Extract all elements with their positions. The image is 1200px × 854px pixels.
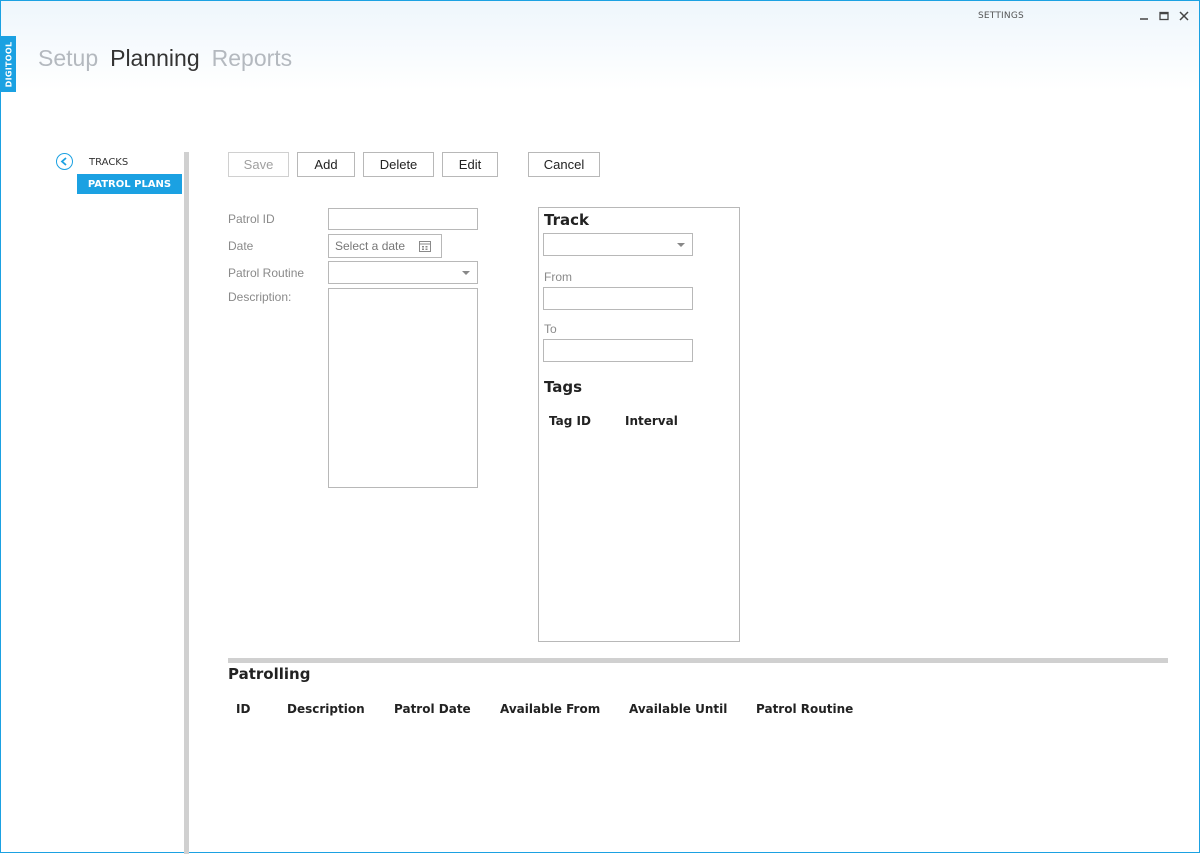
patrolling-title: Patrolling <box>228 665 311 683</box>
patrolling-column-id[interactable]: ID <box>236 702 250 716</box>
from-label: From <box>544 270 572 284</box>
patrol-id-input[interactable] <box>328 208 478 230</box>
sidebar-item-patrol-plans[interactable]: PATROL PLANS <box>77 174 182 194</box>
window-controls <box>1137 9 1191 23</box>
window-title: SETTINGS <box>978 11 1024 21</box>
track-dropdown[interactable] <box>543 233 693 256</box>
nav-reports[interactable]: Reports <box>212 45 293 72</box>
maximize-button[interactable] <box>1157 9 1171 23</box>
save-button[interactable]: Save <box>228 152 289 177</box>
top-navigation: Setup Planning Reports <box>38 45 292 72</box>
nav-setup[interactable]: Setup <box>38 45 98 72</box>
date-label: Date <box>228 239 254 253</box>
nav-planning[interactable]: Planning <box>110 45 200 72</box>
description-label: Description: <box>228 290 292 304</box>
sidebar-divider <box>184 152 189 854</box>
patrol-routine-dropdown[interactable] <box>328 261 478 284</box>
to-input[interactable] <box>543 339 693 362</box>
patrolling-column-description[interactable]: Description <box>287 702 365 716</box>
close-button[interactable] <box>1177 9 1191 23</box>
app-window: SETTINGS DIGITOOL Setup Planning Reports… <box>0 0 1200 854</box>
date-picker[interactable]: Select a date <box>328 234 442 258</box>
tags-column-tag-id[interactable]: Tag ID <box>549 414 591 428</box>
patrolling-column-available-from[interactable]: Available From <box>500 702 600 716</box>
track-panel: Track From To Tags Tag ID Interval <box>538 207 740 642</box>
back-button[interactable] <box>56 153 73 170</box>
patrolling-column-patrol-routine[interactable]: Patrol Routine <box>756 702 853 716</box>
cancel-button[interactable]: Cancel <box>528 152 600 177</box>
sidebar-item-tracks[interactable]: TRACKS <box>89 157 128 168</box>
edit-button[interactable]: Edit <box>442 152 498 177</box>
to-label: To <box>544 322 557 336</box>
maximize-icon <box>1159 11 1169 21</box>
chevron-left-icon <box>60 157 67 166</box>
minimize-icon <box>1140 18 1148 20</box>
section-divider <box>228 658 1168 663</box>
add-button[interactable]: Add <box>297 152 355 177</box>
patrol-id-label: Patrol ID <box>228 212 275 226</box>
patrolling-column-available-until[interactable]: Available Until <box>629 702 727 716</box>
chevron-down-icon <box>462 271 470 275</box>
app-tag-label: DIGITOOL <box>4 41 13 87</box>
calendar-icon[interactable] <box>419 240 431 252</box>
date-placeholder: Select a date <box>335 239 406 253</box>
track-title: Track <box>544 211 589 229</box>
app-tag: DIGITOOL <box>1 36 16 92</box>
tags-title: Tags <box>544 378 583 396</box>
delete-button[interactable]: Delete <box>363 152 434 177</box>
chevron-down-icon <box>677 243 685 247</box>
patrol-routine-label: Patrol Routine <box>228 266 305 280</box>
patrolling-column-patrol-date[interactable]: Patrol Date <box>394 702 471 716</box>
minimize-button[interactable] <box>1137 9 1151 23</box>
close-icon <box>1179 11 1189 21</box>
from-input[interactable] <box>543 287 693 310</box>
tags-column-interval[interactable]: Interval <box>625 414 678 428</box>
description-textarea[interactable] <box>328 288 478 488</box>
